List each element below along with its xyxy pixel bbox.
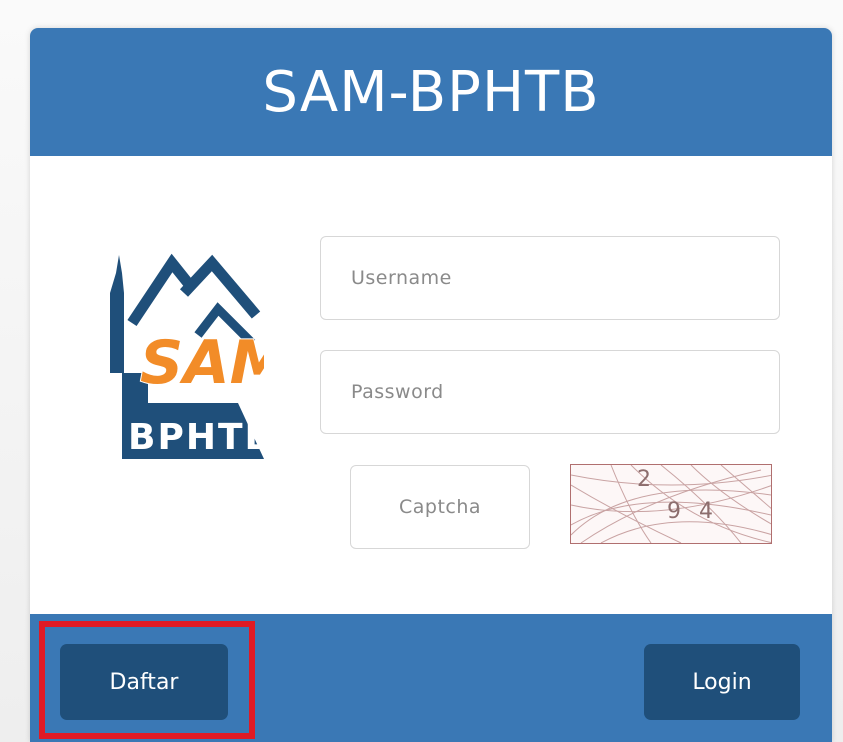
card-footer: Daftar Login: [30, 614, 832, 742]
login-button[interactable]: Login: [644, 644, 800, 720]
username-input[interactable]: [320, 236, 780, 320]
logo-sam-text: SAM: [140, 328, 264, 398]
login-card: SAM-BPHTB SAM BPHTB: [30, 28, 832, 742]
card-header: SAM-BPHTB: [30, 28, 832, 156]
logo-bphtb-text: BPHTB: [128, 417, 264, 458]
captcha-digit: 9: [667, 499, 681, 524]
password-input[interactable]: [320, 350, 780, 434]
page: SAM-BPHTB SAM BPHTB: [0, 0, 843, 742]
app-title: SAM-BPHTB: [262, 59, 600, 125]
register-button[interactable]: Daftar: [60, 644, 228, 720]
sam-bphtb-logo: SAM BPHTB: [110, 253, 264, 459]
captcha-digit: 2: [637, 467, 651, 492]
captcha-image: 2 9 4: [570, 464, 772, 544]
captcha-input[interactable]: [350, 465, 530, 549]
captcha-digit: 4: [699, 499, 713, 524]
